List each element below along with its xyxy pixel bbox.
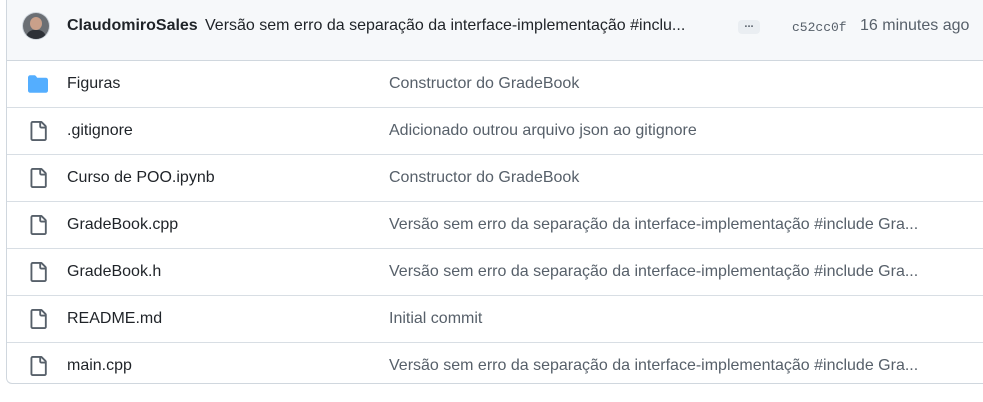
file-commit-message-link[interactable]: Versão sem erro da separação da interfac… [389, 216, 918, 234]
commit-time: 16 minutes ago [860, 17, 970, 34]
file-icon [30, 309, 47, 329]
latest-commit-bar: ClaudomiroSales Versão sem erro da separ… [7, 0, 983, 61]
file-row-gradebook-h[interactable]: GradeBook.h Versão sem erro da separação… [7, 249, 983, 296]
file-icon [30, 121, 47, 141]
commit-message-link[interactable]: Versão sem erro da separação da interfac… [205, 17, 685, 35]
file-commit-message-link[interactable]: Versão sem erro da separação da interfac… [389, 263, 918, 281]
file-name-link[interactable]: Curso de POO.ipynb [67, 169, 215, 187]
file-row-gitignore[interactable]: .gitignore Adicionado outrou arquivo jso… [7, 108, 983, 155]
file-row-readme[interactable]: README.md Initial commit [7, 296, 983, 343]
avatar[interactable] [23, 13, 49, 39]
file-row-gradebook-cpp[interactable]: GradeBook.cpp Versão sem erro da separaç… [7, 202, 983, 249]
file-commit-message-link[interactable]: Adicionado outrou arquivo json ao gitign… [389, 122, 697, 140]
file-commit-message-link[interactable]: Constructor do GradeBook [389, 75, 579, 93]
file-commit-message-link[interactable]: Versão sem erro da separação da interfac… [389, 357, 918, 375]
file-icon [30, 215, 47, 235]
file-name-link[interactable]: Figuras [67, 75, 120, 93]
file-name-link[interactable]: GradeBook.h [67, 263, 161, 281]
folder-icon [28, 75, 48, 93]
file-icon [30, 356, 47, 376]
file-name-link[interactable]: .gitignore [67, 122, 133, 140]
file-commit-message-link[interactable]: Constructor do GradeBook [389, 169, 579, 187]
file-name-link[interactable]: README.md [67, 310, 162, 328]
file-commit-message-link[interactable]: Initial commit [389, 310, 482, 328]
file-icon [30, 168, 47, 188]
commit-author-link[interactable]: ClaudomiroSales [67, 17, 198, 35]
file-row-figuras[interactable]: Figuras Constructor do GradeBook [7, 61, 983, 108]
expand-commit-message-button[interactable]: ... [738, 19, 760, 34]
file-browser: ClaudomiroSales Versão sem erro da separ… [6, 0, 983, 384]
commit-sha-link[interactable]: c52cc0f [792, 20, 847, 35]
file-name-link[interactable]: GradeBook.cpp [67, 216, 178, 234]
file-name-link[interactable]: main.cpp [67, 357, 132, 375]
file-icon [30, 262, 47, 282]
file-row-curso-de-poo[interactable]: Curso de POO.ipynb Constructor do GradeB… [7, 155, 983, 202]
file-row-main-cpp[interactable]: main.cpp Versão sem erro da separação da… [7, 343, 983, 383]
